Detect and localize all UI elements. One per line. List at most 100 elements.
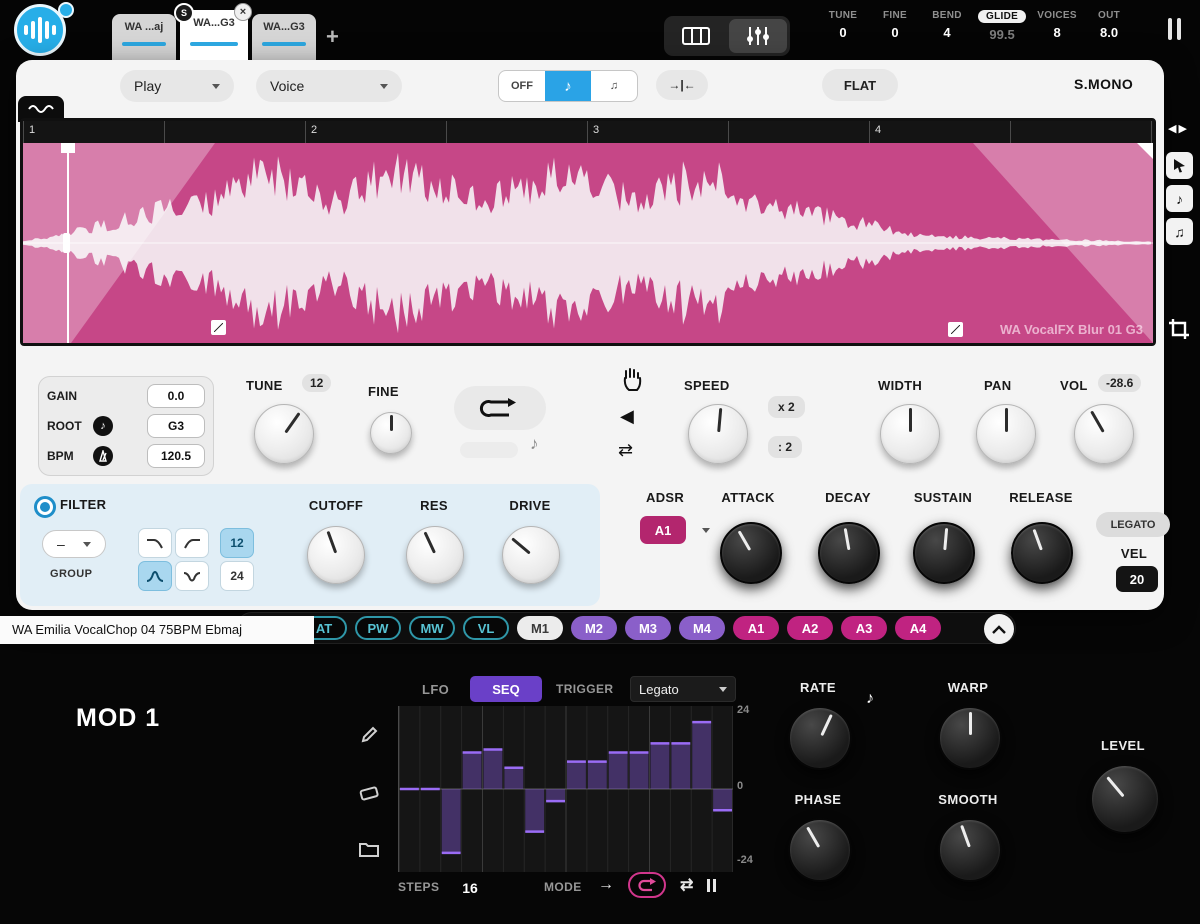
mixer-view-button[interactable] xyxy=(729,19,787,53)
speed-knob[interactable] xyxy=(688,404,748,464)
gain-value[interactable]: 0.0 xyxy=(147,384,205,408)
hand-drag-icon[interactable] xyxy=(620,366,644,397)
attack-knob[interactable] xyxy=(720,522,782,584)
fade-in-handle[interactable] xyxy=(61,143,75,153)
trigger-dropdown[interactable]: Legato xyxy=(630,676,736,702)
file-tab-1[interactable]: WA ...aj xyxy=(112,14,176,60)
vol-value[interactable]: -28.6 xyxy=(1098,374,1141,392)
play-mode-dropdown[interactable]: Play xyxy=(120,70,234,102)
mod-tab-mw[interactable]: MW xyxy=(409,616,455,640)
bandpass-filter-button[interactable] xyxy=(138,561,172,591)
file-tab-3[interactable]: WA...G3 xyxy=(252,14,316,60)
mod-tab-a2[interactable]: A2 xyxy=(787,616,833,640)
param-voices[interactable]: VOICES 8 xyxy=(1036,10,1078,42)
sync-note-lock-button[interactable]: ♫ xyxy=(591,71,637,101)
notes-tool-button[interactable]: ♫ xyxy=(1166,218,1193,245)
expand-horizontal-icon[interactable]: ◀▶ xyxy=(1168,122,1189,135)
voice-mode-dropdown[interactable]: Voice xyxy=(256,70,402,102)
collapse-up-button[interactable] xyxy=(984,614,1014,644)
steps-value[interactable]: 16 xyxy=(452,876,488,900)
pointer-tool-button[interactable] xyxy=(1166,152,1193,179)
rate-knob[interactable] xyxy=(788,706,852,770)
mod-tab-m3[interactable]: M3 xyxy=(625,616,671,640)
lowpass-filter-button[interactable] xyxy=(138,528,172,558)
pan-knob[interactable] xyxy=(976,404,1036,464)
mod-tab-a3[interactable]: A3 xyxy=(841,616,887,640)
loop-mode-icon[interactable] xyxy=(628,872,666,898)
seq-tab[interactable]: SEQ xyxy=(470,676,542,702)
preset-name[interactable]: WA Emilia VocalChop 04 75BPM Ebmaj xyxy=(0,616,314,644)
pingpong-mode-icon[interactable]: ⇄ xyxy=(680,875,693,895)
slope-12-button[interactable]: 12 xyxy=(220,528,254,558)
timeline-ruler[interactable]: 1 2 3 4 xyxy=(23,121,1153,143)
loop-button[interactable] xyxy=(454,386,546,430)
res-knob[interactable] xyxy=(406,526,464,584)
tune-value[interactable]: 12 xyxy=(302,374,331,392)
highpass-filter-button[interactable] xyxy=(175,528,209,558)
shuffle-icon[interactable]: ⇄ xyxy=(618,440,633,461)
mod-tab-a1[interactable]: A1 xyxy=(733,616,779,640)
notch-filter-button[interactable] xyxy=(175,561,209,591)
sustain-knob[interactable] xyxy=(913,522,975,584)
tune-knob[interactable] xyxy=(254,404,314,464)
vol-knob[interactable] xyxy=(1074,404,1134,464)
note-tool-button[interactable]: ♪ xyxy=(1166,185,1193,212)
snap-button[interactable]: →|← xyxy=(656,70,708,100)
folder-icon[interactable] xyxy=(358,838,380,860)
loop-length-pill[interactable] xyxy=(460,442,518,458)
cutoff-knob[interactable] xyxy=(307,526,365,584)
slope-24-button[interactable]: 24 xyxy=(220,561,254,591)
adsr-slot-dropdown[interactable]: A1 xyxy=(640,516,686,544)
mod-tab-a4[interactable]: A4 xyxy=(895,616,941,640)
speed-x2-button[interactable]: x 2 xyxy=(768,396,805,418)
release-knob[interactable] xyxy=(1011,522,1073,584)
start-marker-handle[interactable] xyxy=(63,233,70,253)
pencil-tool-icon[interactable] xyxy=(358,724,380,746)
param-fine[interactable]: FINE 0 xyxy=(874,10,916,42)
legato-button[interactable]: LEGATO xyxy=(1096,512,1170,537)
mod-tab-vl[interactable]: VL xyxy=(463,616,509,640)
edit-handle-icon[interactable] xyxy=(211,320,226,335)
mod-tab-m4[interactable]: M4 xyxy=(679,616,725,640)
sync-note-button[interactable]: ♪ xyxy=(545,71,591,101)
filter-group-dropdown[interactable]: – xyxy=(42,530,106,558)
param-tune[interactable]: TUNE 0 xyxy=(822,10,864,42)
level-knob[interactable] xyxy=(1090,764,1160,834)
vel-value[interactable]: 20 xyxy=(1116,566,1158,592)
keyboard-view-button[interactable] xyxy=(667,19,725,53)
eraser-tool-icon[interactable] xyxy=(358,782,380,804)
mod-tab-m2[interactable]: M2 xyxy=(571,616,617,640)
param-out[interactable]: OUT 8.0 xyxy=(1088,10,1130,42)
fade-out-handle[interactable] xyxy=(1137,143,1153,159)
speed-div2-button[interactable]: : 2 xyxy=(768,436,802,458)
reverse-icon[interactable]: ◀ xyxy=(620,406,634,427)
window-handle-icon[interactable] xyxy=(1168,18,1181,40)
phase-knob[interactable] xyxy=(788,818,852,882)
lfo-tab[interactable]: LFO xyxy=(422,682,449,697)
waveform-display[interactable]: WA VocalFX Blur 01 G3 xyxy=(23,143,1153,343)
add-tab-button[interactable]: + xyxy=(326,24,339,50)
root-value[interactable]: G3 xyxy=(147,414,205,438)
smooth-knob[interactable] xyxy=(938,818,1002,882)
sample-link-icon[interactable] xyxy=(948,322,963,337)
param-glide[interactable]: GLIDE 99.5 xyxy=(978,10,1026,42)
param-bend[interactable]: BEND 4 xyxy=(926,10,968,42)
forward-mode-icon[interactable]: → xyxy=(598,876,614,894)
bpm-value[interactable]: 120.5 xyxy=(147,444,205,468)
hold-mode-icon[interactable] xyxy=(707,879,716,892)
level-label: LEVEL xyxy=(1092,738,1154,753)
crop-icon[interactable] xyxy=(1168,318,1190,345)
mod-tab-m1[interactable]: M1 xyxy=(517,616,563,640)
warp-knob[interactable] xyxy=(938,706,1002,770)
step-sequencer[interactable] xyxy=(398,706,733,872)
flat-button[interactable]: FLAT xyxy=(822,69,898,101)
fine-knob[interactable] xyxy=(370,412,412,454)
sync-off-button[interactable]: OFF xyxy=(499,71,545,101)
decay-knob[interactable] xyxy=(818,522,880,584)
stereo-mono-toggle[interactable]: S.MONO xyxy=(1074,76,1133,92)
width-knob[interactable] xyxy=(880,404,940,464)
drive-knob[interactable] xyxy=(502,526,560,584)
mod-tab-pw[interactable]: PW xyxy=(355,616,401,640)
filter-enable-radio[interactable] xyxy=(34,496,56,518)
file-tab-2[interactable]: S × WA...G3 xyxy=(180,10,248,60)
